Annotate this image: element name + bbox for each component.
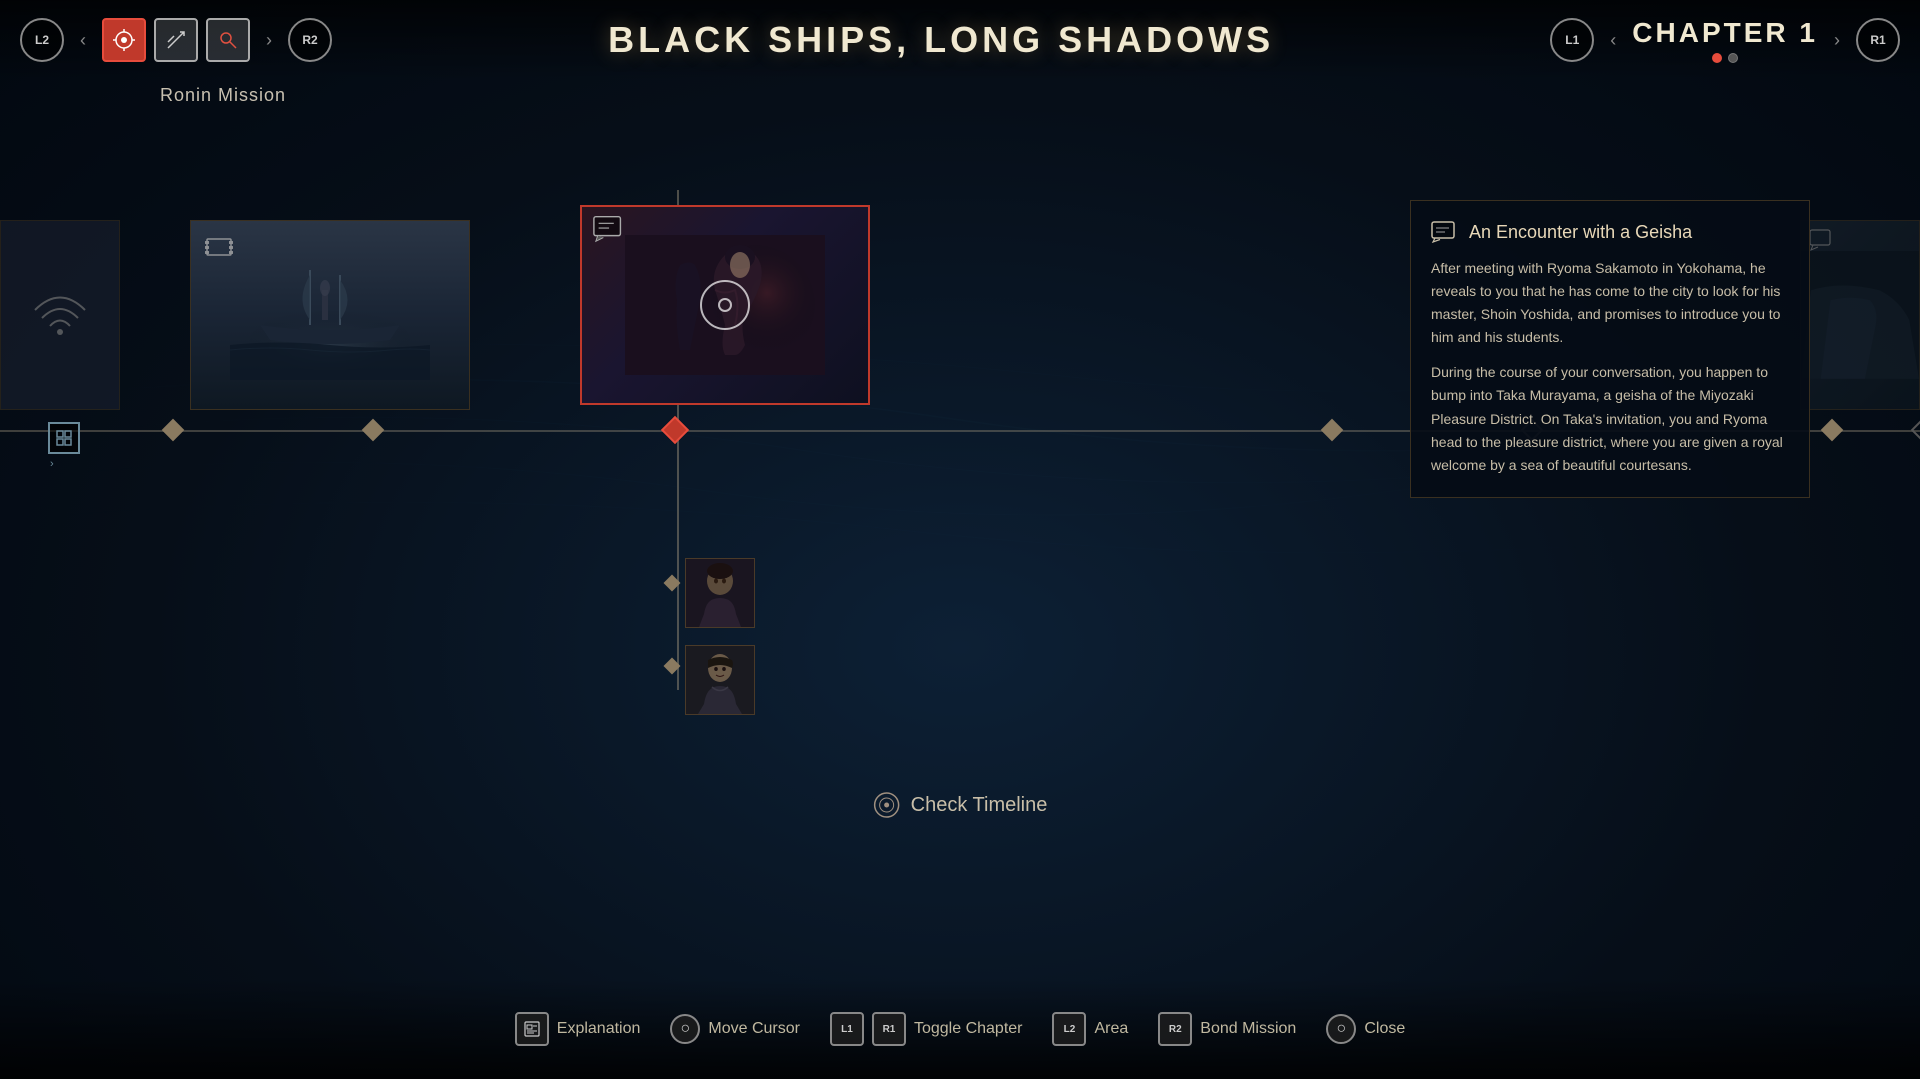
bottom-item-bond-mission[interactable]: R2 Bond Mission (1158, 1012, 1296, 1046)
l1-button[interactable]: L1 (1550, 18, 1594, 62)
bottom-item-area[interactable]: L2 Area (1052, 1012, 1128, 1046)
description-text: After meeting with Ryoma Sakamoto in Yok… (1431, 257, 1789, 477)
close-button-icon[interactable]: ○ (1326, 1014, 1356, 1044)
timeline-icon (873, 791, 901, 819)
bottom-item-toggle-chapter[interactable]: L1 R1 Toggle Chapter (830, 1012, 1023, 1046)
mission-card-left[interactable]: All Eyes on Yokohama (190, 220, 470, 410)
description-panel: An Encounter with a Geisha After meeting… (1410, 200, 1810, 498)
r1-button[interactable]: R1 (1856, 18, 1900, 62)
portrait-1-image (686, 559, 754, 627)
chapter-chevron-left[interactable]: ‹ (1602, 26, 1624, 55)
search-icon[interactable] (206, 18, 250, 62)
chapter-label: CHAPTER 1 (1632, 17, 1818, 49)
mission-card-far-left[interactable] (0, 220, 120, 410)
chat-icon-right (1809, 229, 1837, 256)
description-title-text: An Encounter with a Geisha (1469, 222, 1692, 243)
chapter-dot-2 (1728, 53, 1738, 63)
geisha-image (582, 207, 868, 403)
bottom-item-explanation[interactable]: Explanation (515, 1012, 641, 1046)
diamond-node-1 (162, 419, 185, 442)
bond-mission-button-icon[interactable]: R2 (1158, 1012, 1192, 1046)
move-cursor-label: Move Cursor (708, 1020, 800, 1038)
chat-icon (592, 215, 628, 243)
toggle-l1-icon[interactable]: L1 (830, 1012, 864, 1046)
square-nav[interactable]: › (48, 422, 80, 472)
top-bar: L2 ‹ › R2 BLACK SHIP (0, 0, 1920, 80)
mission-card-center[interactable]: An Encounter with a Geisha Retry (580, 205, 870, 405)
portrait-2[interactable] (685, 645, 755, 715)
chevron-right-nav[interactable]: › (258, 26, 280, 55)
square-nav-icon[interactable] (48, 422, 80, 454)
explanation-button-icon[interactable] (515, 1012, 549, 1046)
page-title: BLACK SHIPS, LONG SHADOWS (608, 19, 1274, 61)
diamond-node-right3 (1821, 419, 1844, 442)
area-button-icon[interactable]: L2 (1052, 1012, 1086, 1046)
mission-card-right[interactable]: A Pleasure Distr... (1800, 220, 1920, 410)
portrait-1[interactable] (685, 558, 755, 628)
film-icon (203, 231, 235, 263)
bond-mission-label: Bond Mission (1200, 1020, 1296, 1038)
close-label: Close (1364, 1020, 1405, 1038)
wifi-icon (30, 290, 90, 340)
description-p1: After meeting with Ryoma Sakamoto in Yok… (1431, 257, 1789, 349)
check-timeline[interactable]: Check Timeline (873, 791, 1048, 819)
mission-type-label: Ronin Mission (160, 85, 286, 106)
l2-button[interactable]: L2 (20, 18, 64, 62)
toggle-chapter-label: Toggle Chapter (914, 1020, 1023, 1038)
chapter-dots (1632, 53, 1818, 63)
timeline-area: › (0, 90, 1920, 959)
chapter-dot-1 (1712, 53, 1722, 63)
diamond-node-right1 (1321, 419, 1344, 442)
ship-svg (230, 250, 430, 380)
ship-image (191, 221, 469, 409)
description-chat-icon (1431, 221, 1459, 243)
chevron-left-nav[interactable]: ‹ (72, 26, 94, 55)
portrait-2-image (686, 646, 754, 714)
description-p2: During the course of your conversation, … (1431, 361, 1789, 476)
check-timeline-label: Check Timeline (911, 794, 1048, 817)
top-bar-right-controls: L1 ‹ CHAPTER 1 › R1 (1550, 17, 1900, 63)
mission-type-icon[interactable] (102, 18, 146, 62)
area-label: Area (1094, 1020, 1128, 1038)
diamond-node-center[interactable] (661, 416, 689, 444)
toggle-r1-icon[interactable]: R1 (872, 1012, 906, 1046)
move-cursor-button-icon[interactable]: ○ (670, 1014, 700, 1044)
explanation-label: Explanation (557, 1020, 641, 1038)
r2-button[interactable]: R2 (288, 18, 332, 62)
bottom-item-close[interactable]: ○ Close (1326, 1014, 1405, 1044)
diamond-node-right4 (1911, 419, 1920, 442)
bottom-bar: Explanation ○ Move Cursor L1 R1 Toggle C… (0, 979, 1920, 1079)
bottom-item-move-cursor[interactable]: ○ Move Cursor (670, 1014, 800, 1044)
diamond-node-2 (362, 419, 385, 442)
card-image-right (1801, 221, 1919, 409)
top-bar-left-controls: L2 ‹ › R2 (20, 18, 332, 62)
target-circle (700, 280, 750, 330)
right-card-svg (1801, 250, 1919, 380)
weapon-icon[interactable] (154, 18, 198, 62)
card-image-far-left (1, 221, 119, 409)
chapter-chevron-right[interactable]: › (1826, 26, 1848, 55)
description-title: An Encounter with a Geisha (1431, 221, 1789, 243)
